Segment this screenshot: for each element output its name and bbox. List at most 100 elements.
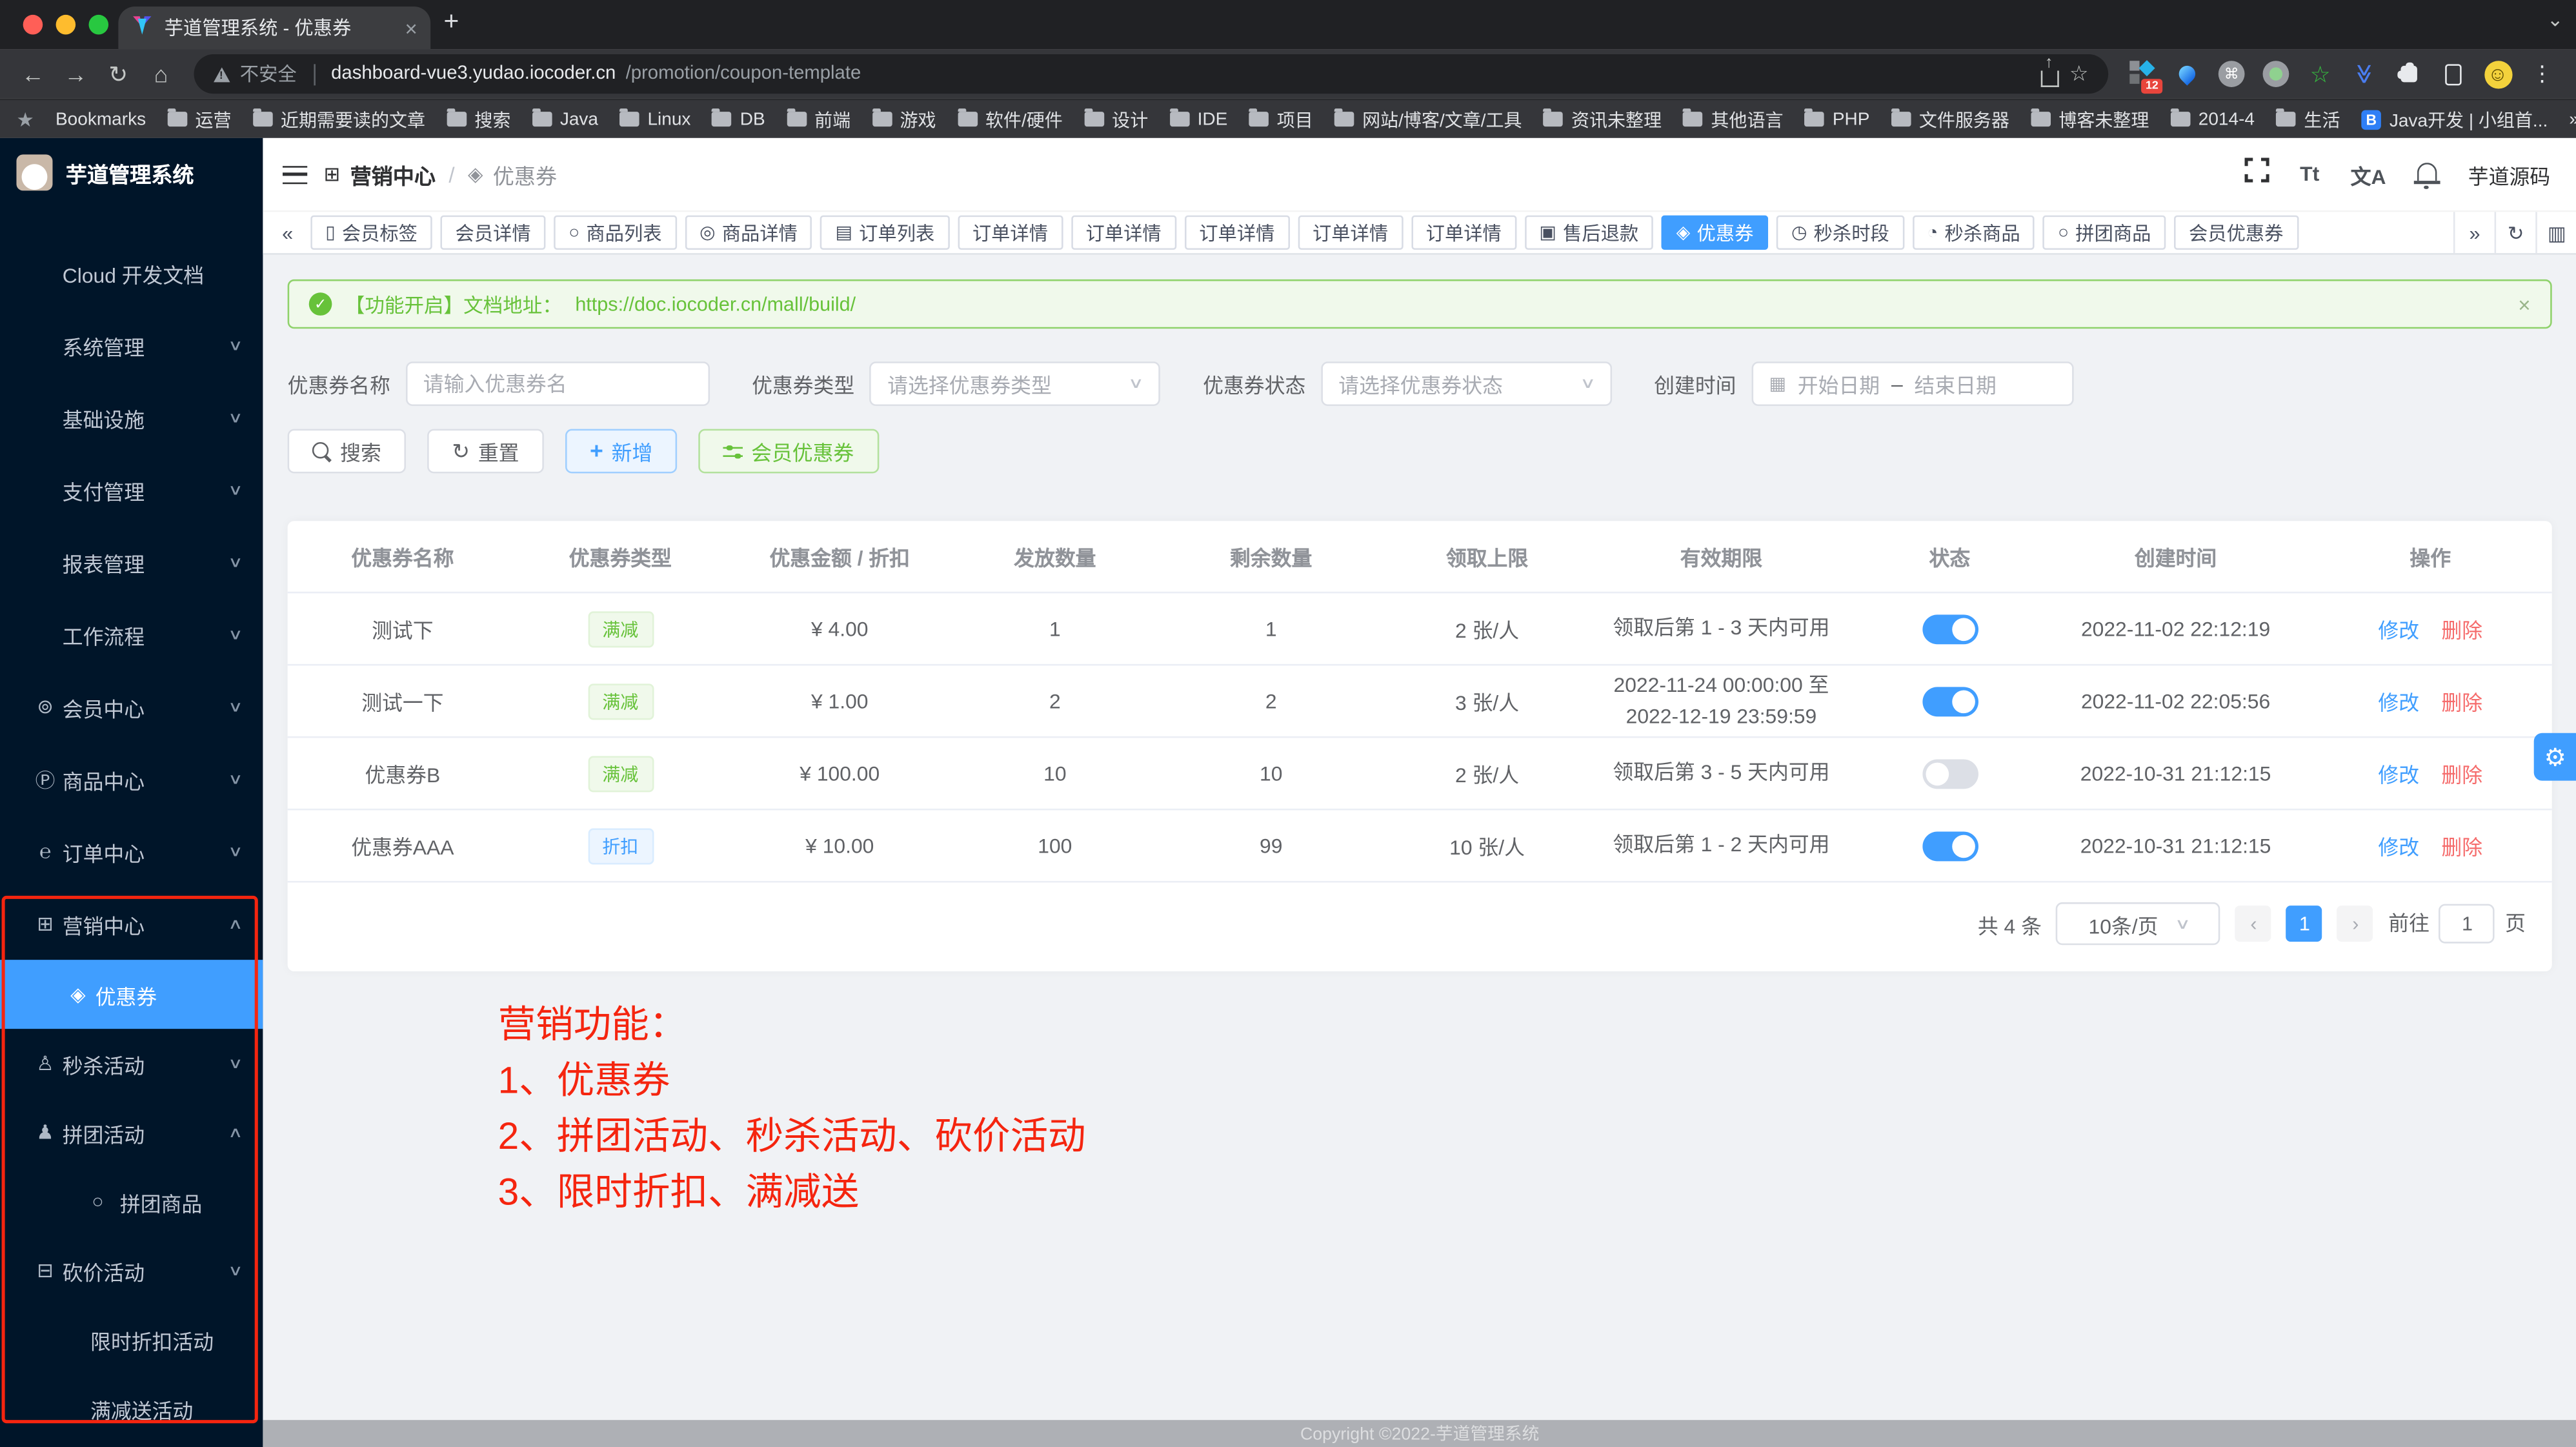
page-tab[interactable]: ◎ 商品详情	[685, 216, 812, 250]
delete-link[interactable]: 删除	[2441, 764, 2482, 787]
page-tab[interactable]: 订单详情	[1184, 216, 1289, 250]
extension-drop-icon[interactable]	[2172, 59, 2202, 89]
page-tab[interactable]: 订单详情	[958, 216, 1063, 250]
bookmark-folder[interactable]: 网站/博客/文章/工具	[1334, 106, 1522, 132]
bookmark-folder[interactable]: PHP	[1805, 109, 1870, 129]
sidebar-menu-item[interactable]: Cloud 开发文档	[0, 237, 263, 309]
sidebar-menu-item[interactable]: ⊚ 会员中心 ∨	[0, 671, 263, 743]
user-menu[interactable]: 芋道源码	[2468, 159, 2550, 190]
bookmark-folder[interactable]: DB	[712, 109, 765, 129]
prev-page-button[interactable]: ‹	[2235, 906, 2271, 942]
sidebar-menu-item[interactable]: ⊟ 砍价活动 ∨	[0, 1236, 263, 1305]
bookmarks-star-icon[interactable]: ★	[16, 108, 34, 131]
edit-link[interactable]: 修改	[2378, 836, 2419, 860]
address-bar[interactable]: ! 不安全 dashboard-vue3.yudao.iocoder.cn /p…	[194, 54, 2108, 94]
sidebar-menu-item[interactable]: 基础设施 ∨	[0, 381, 263, 454]
bookmark-folder[interactable]: 文件服务器	[1891, 106, 2009, 132]
status-toggle[interactable]	[1922, 831, 1978, 860]
profile-avatar[interactable]: ☺	[2483, 59, 2513, 89]
bookmark-folder[interactable]: 近期需要读的文章	[253, 106, 425, 132]
edit-link[interactable]: 修改	[2378, 692, 2419, 715]
sidebar-menu-item[interactable]: Ⓟ 商品中心 ∨	[0, 743, 263, 815]
font-size-icon[interactable]: Tt	[2300, 163, 2319, 186]
bookmark-folder[interactable]: 软件/硬件	[958, 106, 1063, 132]
coupon-type-select[interactable]: 请选择优惠券类型 ∨	[869, 361, 1160, 406]
bookmark-folder[interactable]: 2014-4	[2170, 109, 2255, 129]
page-tab[interactable]: ▤ 订单列表	[821, 216, 950, 250]
page-tab[interactable]: ○ 商品列表	[554, 216, 676, 250]
page-tab[interactable]: ▯ 会员标签	[310, 216, 432, 250]
browser-tab[interactable]: 芋道管理系统 - 优惠券 ×	[118, 6, 430, 49]
bookmark-folder[interactable]: IDE	[1169, 109, 1227, 129]
status-toggle[interactable]	[1922, 758, 1978, 788]
sidebar-menu-item[interactable]: ℮ 订单中心 ∨	[0, 815, 263, 887]
close-window-button[interactable]	[23, 15, 43, 35]
reload-button[interactable]: ↻	[99, 60, 138, 88]
bookmarks-label[interactable]: Bookmarks	[55, 109, 146, 129]
bookmark-folder[interactable]: 运营	[167, 106, 231, 132]
bookmark-folder[interactable]: 项目	[1249, 106, 1313, 132]
page-tab[interactable]: 会员详情	[441, 216, 546, 250]
collapse-menu-icon[interactable]	[283, 165, 307, 183]
extensions-puzzle-icon[interactable]	[2394, 59, 2424, 89]
new-tab-button[interactable]: +	[444, 8, 459, 38]
current-page[interactable]: 1	[2286, 906, 2322, 942]
date-range-picker[interactable]: ▦ 开始日期 – 结束日期	[1751, 361, 2073, 406]
browser-menu-icon[interactable]: ⋮	[2528, 59, 2557, 89]
delete-link[interactable]: 删除	[2441, 836, 2482, 860]
home-button[interactable]: ⌂	[141, 61, 181, 87]
notice-close-icon[interactable]: ×	[2518, 292, 2530, 316]
tabs-scroll-left-icon[interactable]: «	[273, 221, 303, 245]
bookmark-folder[interactable]: Java	[532, 109, 598, 129]
extension-command-icon[interactable]: ⌘	[2217, 59, 2246, 89]
bookmark-folder[interactable]: 其他语言	[1683, 106, 1783, 132]
page-tab[interactable]: 订单详情	[1071, 216, 1176, 250]
page-tab[interactable]: ◔ 秒杀商品	[1912, 216, 2035, 250]
page-tab[interactable]: 订单详情	[1411, 216, 1516, 250]
coupon-name-input[interactable]	[423, 372, 691, 396]
sidebar-menu-item[interactable]: 支付管理 ∨	[0, 454, 263, 526]
sidebar-menu-item[interactable]: ♙ 秒杀活动 ∨	[0, 1029, 263, 1098]
tabs-scroll-right-icon[interactable]: »	[2453, 211, 2495, 254]
forward-button[interactable]: →	[56, 61, 96, 87]
sidebar-menu-item[interactable]: 系统管理 ∨	[0, 309, 263, 381]
bookmark-folder[interactable]: Linux	[619, 109, 690, 129]
bookmark-star-icon[interactable]: ☆	[2069, 61, 2089, 87]
page-tab[interactable]: ◷ 秒杀时段	[1776, 216, 1904, 250]
bookmark-folder[interactable]: 资讯未整理	[1544, 106, 1662, 132]
sidebar-menu-item[interactable]: ○ 拼团商品	[0, 1167, 263, 1236]
app-logo-row[interactable]: 芋道管理系统	[0, 138, 263, 201]
delete-link[interactable]: 删除	[2441, 692, 2482, 715]
notification-bell-icon[interactable]	[2417, 163, 2437, 181]
bookmark-folder[interactable]: 生活	[2276, 106, 2340, 132]
bookmark-folder[interactable]: 博客未整理	[2031, 106, 2149, 132]
bookmarks-overflow-icon[interactable]: »	[2569, 109, 2576, 129]
page-tab[interactable]: ○ 拼团商品	[2043, 216, 2166, 250]
coupon-status-select[interactable]: 请选择优惠券状态 ∨	[1320, 361, 1611, 406]
bookmark-folder[interactable]: 前端	[787, 106, 850, 132]
device-frame-icon[interactable]	[2439, 59, 2468, 89]
goto-page-input[interactable]	[2439, 904, 2495, 944]
sidebar-menu-item[interactable]: ♟ 拼团活动 ∧	[0, 1098, 263, 1167]
delete-link[interactable]: 删除	[2441, 620, 2482, 643]
reset-button[interactable]: ↻ 重置	[427, 429, 544, 474]
member-coupon-button[interactable]: 会员优惠券	[699, 429, 879, 474]
edit-link[interactable]: 修改	[2378, 620, 2419, 643]
tab-close-icon[interactable]: ×	[405, 15, 417, 40]
page-tab[interactable]: ◈ 优惠券	[1662, 216, 1768, 250]
notice-link[interactable]: https://doc.iocoder.cn/mall/build/	[575, 292, 856, 316]
add-button[interactable]: + 新增	[565, 429, 678, 474]
page-size-select[interactable]: 10条/页 ∨	[2057, 902, 2221, 945]
status-toggle[interactable]	[1922, 614, 1978, 643]
sidebar-menu-item[interactable]: 报表管理 ∨	[0, 526, 263, 598]
macos-traffic-lights[interactable]	[23, 15, 108, 35]
settings-gear-button[interactable]: ⚙	[2534, 733, 2576, 781]
bookmark-folder[interactable]: 游戏	[872, 106, 936, 132]
extension-chevrons-icon[interactable]: ≫	[2350, 59, 2379, 89]
extension-pin-icon[interactable]: 12	[2128, 59, 2158, 89]
sidebar-menu-item[interactable]: 工作流程 ∨	[0, 598, 263, 671]
maximize-window-button[interactable]	[89, 15, 109, 35]
bookmark-folder[interactable]: 搜索	[447, 106, 510, 132]
layout-columns-icon[interactable]: ▥	[2535, 211, 2576, 254]
fullscreen-icon[interactable]	[2244, 157, 2269, 190]
